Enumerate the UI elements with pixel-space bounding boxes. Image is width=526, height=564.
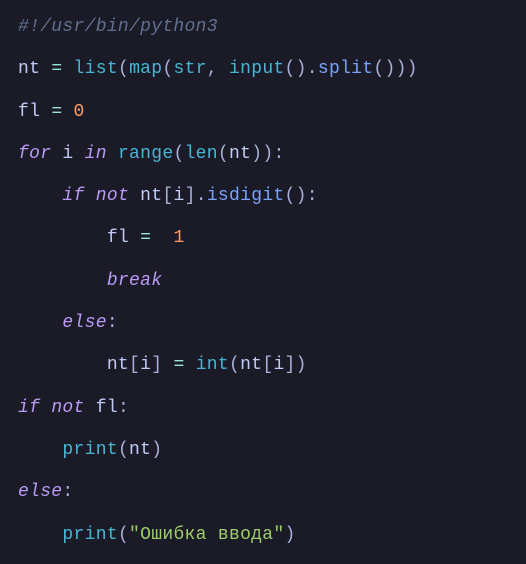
code-token: i xyxy=(273,355,284,375)
code-token: else xyxy=(18,482,62,502)
code-token: ( xyxy=(173,144,184,164)
code-token: nt xyxy=(229,144,251,164)
code-line: print("Ошибка ввода") xyxy=(18,514,508,556)
code-token xyxy=(18,186,62,206)
code-token: fl xyxy=(18,102,51,122)
code-token: fl xyxy=(85,398,118,418)
code-token: = xyxy=(51,59,62,79)
code-line: print(nt) xyxy=(18,429,508,471)
code-token: [ xyxy=(162,186,173,206)
code-token: . xyxy=(196,186,207,206)
code-token xyxy=(18,271,107,291)
code-token: not xyxy=(96,186,129,206)
code-token: if xyxy=(62,186,84,206)
code-token: str xyxy=(173,59,206,79)
code-token: #!/usr/bin/python3 xyxy=(18,17,218,37)
code-token xyxy=(85,186,96,206)
code-token: : xyxy=(62,482,73,502)
code-token: ( xyxy=(118,525,129,545)
code-token: : xyxy=(273,144,284,164)
code-token: 1 xyxy=(173,228,184,248)
code-token xyxy=(62,59,73,79)
code-token: nt xyxy=(18,355,129,375)
code-token: = xyxy=(51,102,62,122)
code-token xyxy=(162,355,173,375)
code-token: fl xyxy=(18,228,140,248)
code-token xyxy=(151,228,173,248)
code-token xyxy=(107,144,118,164)
code-token: if xyxy=(18,398,40,418)
code-token: in xyxy=(85,144,107,164)
code-token: nt xyxy=(18,59,51,79)
code-token: ) xyxy=(284,525,295,545)
code-token: isdigit xyxy=(207,186,285,206)
code-line: nt = list(map(str, input().split())) xyxy=(18,48,508,90)
code-token: ]) xyxy=(285,355,307,375)
code-token: , xyxy=(207,59,218,79)
code-line: nt[i] = int(nt[i]) xyxy=(18,344,508,386)
code-token xyxy=(185,355,196,375)
code-token: nt xyxy=(129,440,151,460)
code-token: "Ошибка ввода" xyxy=(129,525,284,545)
code-token: int xyxy=(196,355,229,375)
code-token: i xyxy=(140,355,151,375)
code-token: else xyxy=(62,313,106,333)
code-token: nt xyxy=(240,355,262,375)
code-line: if not fl: xyxy=(18,387,508,429)
code-line: if not nt[i].isdigit(): xyxy=(18,175,508,217)
code-line: #!/usr/bin/python3 xyxy=(18,6,508,48)
code-block: #!/usr/bin/python3nt = list(map(str, inp… xyxy=(0,0,526,564)
code-token xyxy=(18,525,62,545)
code-token: map xyxy=(129,59,162,79)
code-token: list xyxy=(74,59,118,79)
code-token: : xyxy=(107,313,118,333)
code-token: nt xyxy=(129,186,162,206)
code-token: ] xyxy=(151,355,162,375)
code-token: ( xyxy=(218,144,229,164)
code-token: )) xyxy=(251,144,273,164)
code-token: i xyxy=(173,186,184,206)
code-line: fl = 0 xyxy=(18,91,508,133)
code-token: input xyxy=(229,59,285,79)
code-token: ( xyxy=(162,59,173,79)
code-line: else: xyxy=(18,302,508,344)
code-token: ) xyxy=(151,440,162,460)
code-token xyxy=(40,398,51,418)
code-token xyxy=(18,313,62,333)
code-token: i xyxy=(51,144,84,164)
code-token: = xyxy=(173,355,184,375)
code-line: break xyxy=(18,260,508,302)
code-token: [ xyxy=(129,355,140,375)
code-token: split xyxy=(318,59,374,79)
code-token: . xyxy=(307,59,318,79)
code-token: ] xyxy=(185,186,196,206)
code-token: not xyxy=(51,398,84,418)
code-token xyxy=(62,102,73,122)
code-line: else: xyxy=(18,471,508,513)
code-token xyxy=(18,440,62,460)
code-token: ( xyxy=(118,59,129,79)
code-token xyxy=(218,59,229,79)
code-token: break xyxy=(107,271,163,291)
code-token: () xyxy=(285,186,307,206)
code-token: ( xyxy=(118,440,129,460)
code-token: : xyxy=(307,186,318,206)
code-token: 0 xyxy=(74,102,85,122)
code-token: : xyxy=(118,398,129,418)
code-token: ())) xyxy=(373,59,417,79)
code-token: () xyxy=(285,59,307,79)
code-line: fl = 1 xyxy=(18,217,508,259)
code-token: print xyxy=(62,440,118,460)
code-token: len xyxy=(185,144,218,164)
code-token: ( xyxy=(229,355,240,375)
code-token: [ xyxy=(262,355,273,375)
code-token: = xyxy=(140,228,151,248)
code-token: range xyxy=(118,144,174,164)
code-line: for i in range(len(nt)): xyxy=(18,133,508,175)
code-token: for xyxy=(18,144,51,164)
code-token: print xyxy=(62,525,118,545)
